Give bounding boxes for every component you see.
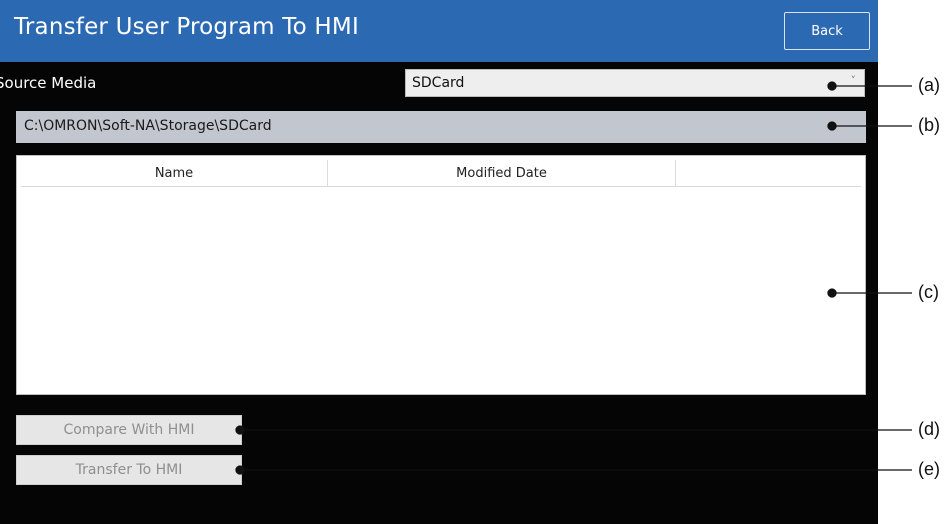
callout-lines bbox=[235, 81, 912, 475]
callout-dot-b bbox=[827, 121, 837, 131]
callout-label-e: (e) bbox=[918, 459, 940, 479]
callout-label-b: (b) bbox=[918, 115, 940, 135]
callout-label-c: (c) bbox=[918, 282, 939, 302]
callout-dot-d bbox=[235, 425, 245, 435]
callout-dot-c bbox=[827, 288, 837, 298]
callout-dot-e bbox=[235, 465, 245, 475]
callout-dot-a bbox=[827, 81, 837, 91]
callout-label-a: (a) bbox=[918, 75, 940, 95]
callout-label-d: (d) bbox=[918, 419, 940, 439]
